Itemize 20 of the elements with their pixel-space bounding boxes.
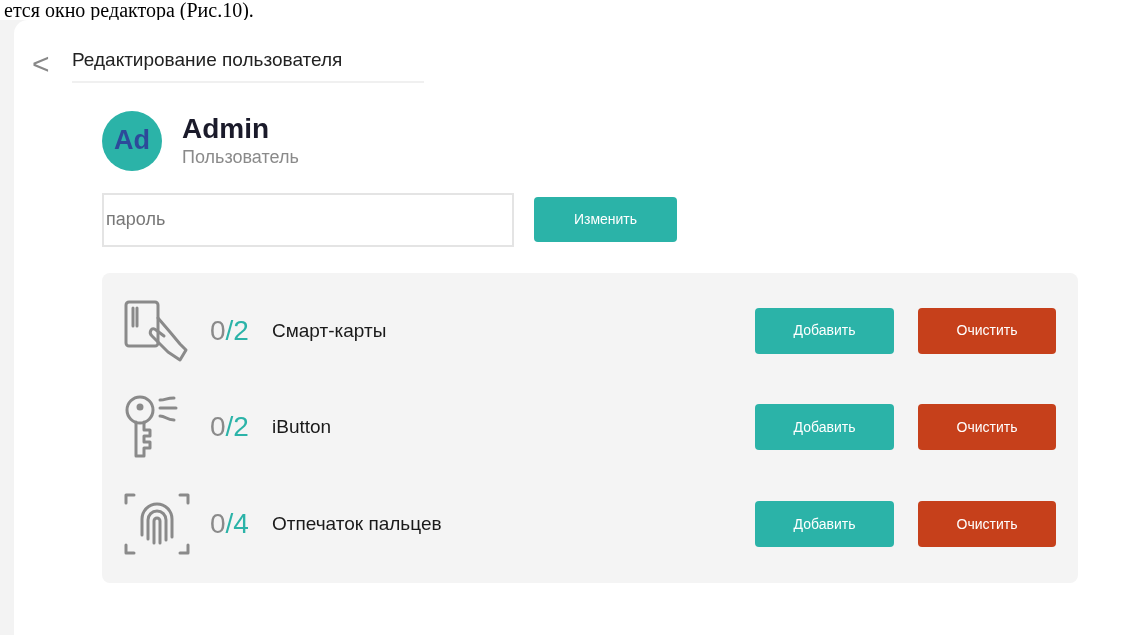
- add-button[interactable]: Добавить: [755, 501, 894, 548]
- credential-label: iButton: [272, 415, 333, 440]
- credential-label: Смарт-карты: [272, 318, 388, 343]
- user-name: Admin: [182, 112, 271, 145]
- page-title: Редактирование пользователя: [72, 46, 424, 83]
- credential-count: 0/4: [210, 507, 250, 542]
- fingerprint-icon: [124, 491, 190, 558]
- add-button[interactable]: Добавить: [755, 307, 894, 354]
- back-button[interactable]: <: [32, 49, 72, 80]
- user-role: Пользователь: [182, 145, 299, 169]
- password-field[interactable]: пароль: [102, 192, 514, 247]
- credential-label: Отпечаток пальцев: [272, 511, 443, 536]
- credential-count: 0/2: [210, 410, 250, 445]
- credential-count: 0/2: [210, 313, 250, 348]
- clear-button[interactable]: Очистить: [918, 501, 1056, 548]
- user-avatar: Ad: [102, 110, 162, 171]
- add-button[interactable]: Добавить: [755, 404, 894, 451]
- change-password-button[interactable]: Изменить: [534, 197, 677, 242]
- clear-button[interactable]: Очистить: [918, 307, 1056, 354]
- clear-button[interactable]: Очистить: [918, 404, 1056, 451]
